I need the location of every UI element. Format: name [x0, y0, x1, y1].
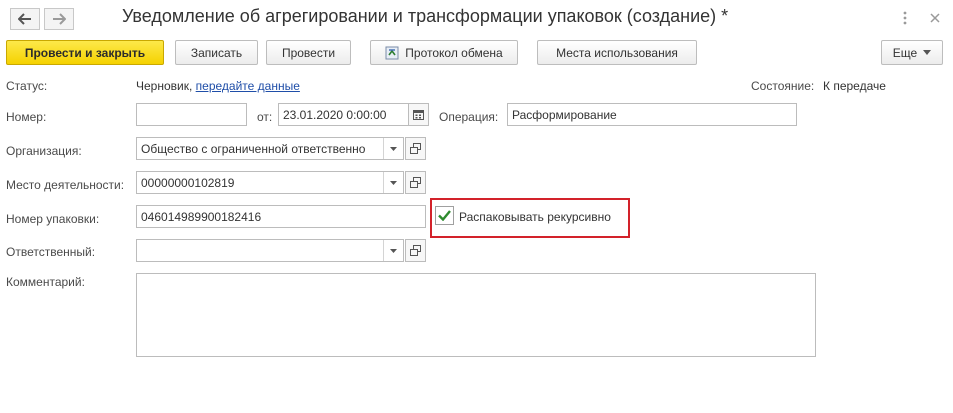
more-button[interactable]: Еще — [881, 40, 943, 65]
chevron-down-icon — [390, 146, 397, 151]
activity-place-dropdown-button[interactable] — [383, 172, 403, 193]
organization-label: Организация: — [6, 144, 82, 158]
state-label: Состояние: — [751, 79, 815, 93]
operation-field[interactable]: Расформирование — [507, 103, 797, 126]
checkmark-icon — [438, 210, 451, 221]
organization-value: Общество с ограниченной ответственно — [141, 141, 366, 156]
package-number-value: 046014989900182416 — [141, 209, 262, 224]
send-data-link[interactable]: передайте данные — [196, 79, 300, 93]
calendar-button[interactable] — [408, 103, 429, 126]
activity-place-field[interactable]: 00000000102819 — [136, 171, 404, 194]
chevron-down-icon — [390, 248, 397, 253]
number-field[interactable] — [136, 103, 247, 126]
close-icon — [930, 13, 940, 23]
package-number-label: Номер упаковки: — [6, 212, 100, 226]
responsible-label: Ответственный: — [6, 245, 96, 259]
usage-places-button[interactable]: Места использования — [537, 40, 697, 65]
calendar-icon — [413, 110, 424, 120]
organization-open-button[interactable] — [405, 137, 426, 160]
chevron-down-icon — [390, 180, 397, 185]
window-title: Уведомление об агрегировании и трансформ… — [122, 6, 729, 26]
post-and-close-button[interactable]: Провести и закрыть — [6, 40, 164, 65]
more-actions-button[interactable] — [897, 10, 913, 26]
date-field[interactable]: 23.01.2020 0:00:00 — [278, 103, 409, 126]
responsible-dropdown-button[interactable] — [383, 240, 403, 261]
exchange-icon — [385, 46, 399, 60]
organization-field[interactable]: Общество с ограниченной ответственно — [136, 137, 404, 160]
package-number-field[interactable]: 046014989900182416 — [136, 205, 426, 228]
status-label: Статус: — [6, 79, 48, 93]
unpack-recursive-label[interactable]: Распаковывать рекурсивно — [459, 210, 611, 224]
back-button[interactable] — [10, 8, 40, 30]
exchange-log-button[interactable]: Протокол обмена — [370, 40, 518, 65]
organization-dropdown-button[interactable] — [383, 138, 403, 159]
more-vertical-icon — [903, 11, 907, 25]
activity-place-label: Место деятельности: — [6, 178, 125, 192]
open-window-icon — [410, 143, 421, 154]
date-label: от: — [257, 110, 273, 124]
responsible-open-button[interactable] — [405, 239, 426, 262]
activity-place-open-button[interactable] — [405, 171, 426, 194]
comment-field[interactable] — [136, 273, 816, 357]
save-button[interactable]: Записать — [175, 40, 258, 65]
forward-button[interactable] — [44, 8, 74, 30]
state-value: К передаче — [823, 79, 886, 93]
close-button[interactable] — [927, 10, 943, 26]
activity-place-value: 00000000102819 — [141, 175, 235, 190]
arrow-left-icon — [18, 13, 31, 25]
comment-label: Комментарий: — [6, 275, 85, 289]
chevron-down-icon — [923, 50, 932, 55]
post-button[interactable]: Провести — [266, 40, 351, 65]
open-window-icon — [410, 245, 421, 256]
number-label: Номер: — [6, 110, 47, 124]
responsible-field[interactable] — [136, 239, 404, 262]
exchange-log-label: Протокол обмена — [405, 45, 503, 60]
operation-label: Операция: — [439, 110, 499, 124]
operation-value: Расформирование — [512, 107, 617, 122]
unpack-recursive-checkbox[interactable] — [435, 206, 454, 225]
open-window-icon — [410, 177, 421, 188]
date-value: 23.01.2020 0:00:00 — [283, 107, 387, 122]
arrow-right-icon — [53, 13, 66, 25]
status-value: Черновик, — [136, 79, 193, 93]
more-label: Еще — [892, 45, 918, 60]
